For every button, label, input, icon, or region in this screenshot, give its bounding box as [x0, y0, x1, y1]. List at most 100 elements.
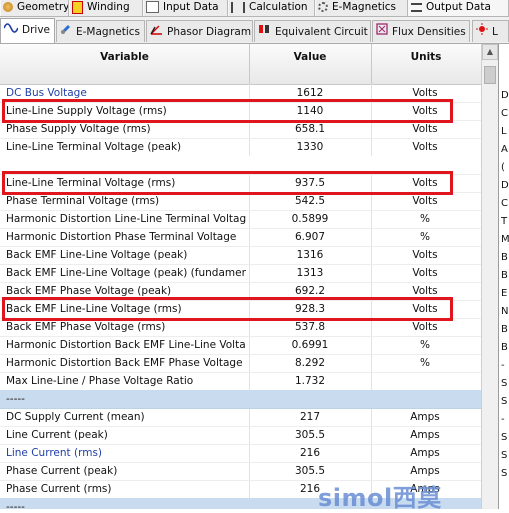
tab-geometry[interactable]: Geometry	[0, 0, 69, 16]
units-cell: Volts	[412, 177, 438, 189]
units-cell: %	[420, 339, 430, 351]
tab-label: Equivalent Circuit	[275, 26, 368, 38]
input-data-icon	[146, 1, 159, 13]
tab-drive[interactable]: Drive	[0, 18, 55, 43]
table-row[interactable]: Back EMF Phase Voltage (rms) 537.8 Volts	[0, 318, 481, 337]
gear-icon	[318, 2, 328, 12]
table-row[interactable]: Line Current (rms) 216 Amps	[0, 444, 481, 463]
column-header-value[interactable]: Value	[249, 44, 372, 84]
panel-label: B	[501, 270, 508, 281]
table-row[interactable]: Line-Line Terminal Voltage (rms) 937.5 Vol…	[0, 174, 481, 193]
tab-phasor-diagram[interactable]: Phasor Diagram	[146, 20, 253, 42]
variable-cell: Phase Supply Voltage (rms)	[6, 123, 151, 135]
variable-cell: Phase Current (rms)	[6, 483, 112, 495]
magnet-icon	[60, 21, 72, 42]
tab-label: Winding	[87, 1, 130, 13]
panel-label: B	[501, 252, 508, 263]
table-row[interactable]: Back EMF Line-Line Voltage (rms) 928.3 Vol…	[0, 300, 481, 319]
table-row[interactable]: Back EMF Line-Line Voltage (peak) 1316 Vol…	[0, 246, 481, 265]
panel-label: S	[501, 396, 508, 407]
panel-label: B	[501, 342, 508, 353]
table-row[interactable]: DC Bus Voltage 1612 Volts	[0, 84, 481, 103]
table-row[interactable]: Back EMF Phase Voltage (peak) 692.2 Volts	[0, 282, 481, 301]
units-cell: Volts	[412, 123, 438, 135]
table-row[interactable]: Phase Terminal Voltage (rms) 542.5 Volts	[0, 192, 481, 211]
winding-icon	[72, 0, 83, 14]
variable-cell: Line-Line Terminal Voltage (rms)	[6, 177, 176, 189]
table-row[interactable]: Harmonic Distortion Back EMF Line-Line V…	[0, 336, 481, 355]
value-cell: 937.5	[294, 177, 326, 189]
variable-cell: Back EMF Phase Voltage (rms)	[6, 321, 166, 333]
tab-e-magnetics-top[interactable]: E-Magnetics	[315, 0, 408, 16]
value-cell: 1316	[296, 249, 324, 261]
flux-icon	[376, 21, 388, 42]
value-cell: 537.8	[294, 321, 326, 333]
table-row[interactable]: Phase Supply Voltage (rms) 658.1 Volts	[0, 120, 481, 139]
tab-winding[interactable]: Winding	[69, 0, 143, 16]
sun-icon	[476, 21, 488, 42]
sliders-icon	[231, 1, 245, 13]
table-row[interactable]	[0, 156, 481, 175]
variable-cell: Line-Line Supply Voltage (rms)	[6, 105, 167, 117]
column-header-units[interactable]: Units	[371, 44, 481, 84]
value-cell: 0.5899	[291, 213, 329, 225]
tab-label: Output Data	[426, 1, 491, 13]
variable-cell: Line Current (peak)	[6, 429, 108, 441]
value-cell: 542.5	[294, 195, 326, 207]
tab-input-data[interactable]: Input Data	[143, 0, 228, 16]
units-cell: Volts	[412, 195, 438, 207]
variable-cell: DC Supply Current (mean)	[6, 411, 145, 423]
tab-calculation[interactable]: Calculation	[228, 0, 315, 16]
panel-label: M	[501, 234, 509, 245]
units-cell: Volts	[412, 87, 438, 99]
variable-cell: Back EMF Line-Line Voltage (peak)	[6, 249, 188, 261]
variable-cell: Harmonic Distortion Phase Terminal Volta…	[6, 231, 237, 243]
tab-label: E-Magnetics	[332, 1, 396, 13]
value-cell: 217	[299, 411, 321, 423]
units-cell: Volts	[412, 141, 438, 153]
table-row[interactable]: DC Supply Current (mean) 217 Amps	[0, 408, 481, 427]
tab-label: Geometry	[17, 1, 69, 13]
panel-label: S	[501, 450, 508, 461]
table-row[interactable]: Harmonic Distortion Line-Line Terminal V…	[0, 210, 481, 229]
tab-flux-densities[interactable]: Flux Densities	[372, 20, 470, 42]
table-row[interactable]: Line Current (peak) 305.5 Amps	[0, 426, 481, 445]
vertical-scrollbar[interactable]: ▲	[481, 44, 499, 509]
output-sub-tab-bar: Drive E-Magnetics Phasor Diagram Equival…	[0, 17, 509, 44]
table-row[interactable]: Line-Line Supply Voltage (rms) 1140 Volts	[0, 102, 481, 121]
table-row[interactable]: Harmonic Distortion Phase Terminal Volta…	[0, 228, 481, 247]
tab-label: Drive	[22, 24, 50, 36]
table-row[interactable]: Harmonic Distortion Back EMF Phase Volta…	[0, 354, 481, 373]
panel-label: A	[501, 144, 508, 155]
variable-cell: Harmonic Distortion Back EMF Line-Line V…	[6, 339, 246, 351]
variable-cell: Phase Current (peak)	[6, 465, 118, 477]
column-header-variable[interactable]: Variable	[0, 44, 250, 84]
list-icon	[411, 2, 422, 12]
units-cell: Volts	[412, 267, 438, 279]
panel-label: C	[501, 198, 508, 209]
phasor-icon	[150, 21, 163, 42]
tab-overflow[interactable]: L	[472, 20, 509, 42]
table-row[interactable]: Back EMF Line-Line Voltage (peak) (funda…	[0, 264, 481, 283]
units-cell: %	[420, 231, 430, 243]
tab-e-magnetics[interactable]: E-Magnetics	[56, 20, 145, 42]
table-row[interactable]: Max Line-Line / Phase Voltage Ratio 1.732	[0, 372, 481, 391]
tab-equivalent-circuit[interactable]: Equivalent Circuit	[254, 20, 371, 42]
table-row[interactable]: Line-Line Terminal Voltage (peak) 1330 Vol…	[0, 138, 481, 157]
units-cell: Volts	[412, 105, 438, 117]
tab-label: E-Magnetics	[76, 26, 140, 38]
scroll-up-arrow-icon[interactable]: ▲	[482, 44, 498, 60]
units-cell: Amps	[410, 429, 440, 441]
variable-cell: -----	[6, 501, 25, 509]
section-separator-row[interactable]: -----	[0, 390, 481, 409]
scroll-thumb[interactable]	[484, 66, 496, 84]
tab-label: Input Data	[163, 1, 219, 13]
variable-cell: DC Bus Voltage	[6, 87, 87, 99]
tab-output-data[interactable]: Output Data	[408, 0, 509, 16]
panel-label: -	[501, 414, 505, 425]
value-cell: 1612	[296, 87, 324, 99]
units-cell: Amps	[410, 411, 440, 423]
panel-label: B	[501, 324, 508, 335]
variable-cell: Harmonic Distortion Back EMF Phase Volta…	[6, 357, 243, 369]
variable-cell: Back EMF Phase Voltage (peak)	[6, 285, 172, 297]
